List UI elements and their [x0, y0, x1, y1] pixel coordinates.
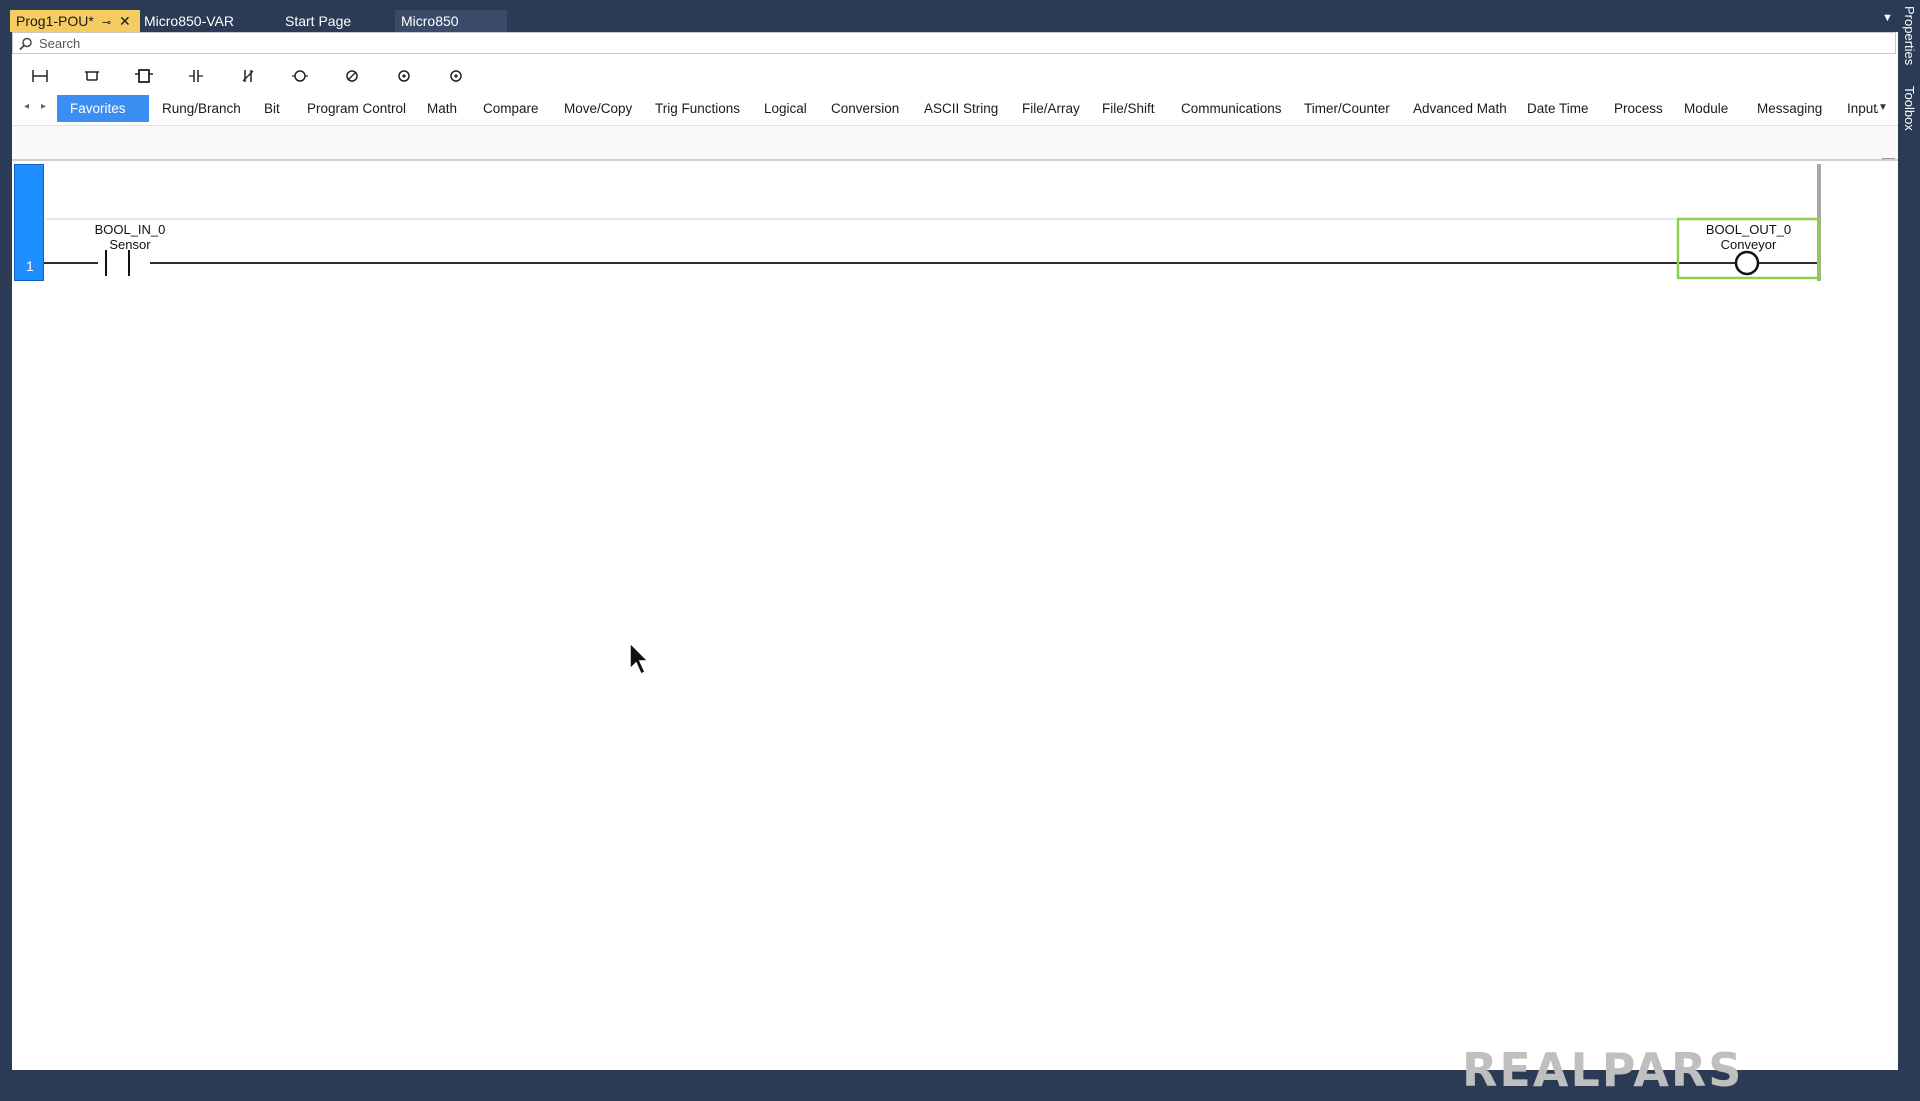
category-conversion[interactable]: Conversion	[818, 95, 912, 122]
rung-graphic	[44, 217, 1821, 280]
category-bit[interactable]: Bit	[251, 95, 293, 122]
negated-coil-icon[interactable]	[338, 64, 366, 88]
category-advanced-math[interactable]: Advanced Math	[1400, 95, 1520, 122]
tab-label: Prog1-POU*	[16, 13, 94, 29]
category-communications[interactable]: Communications	[1168, 95, 1295, 122]
category-move-copy[interactable]: Move/Copy	[551, 95, 645, 122]
tab-prog1-pou[interactable]: Prog1-POU* ⊸ ✕	[10, 10, 140, 32]
search-icon	[19, 37, 33, 56]
tab-start-page[interactable]: Start Page	[279, 10, 357, 32]
instruction-toolbar	[12, 62, 1898, 90]
category-ascii-string[interactable]: ASCII String	[911, 95, 1011, 122]
watermark-text: REALPARS	[1462, 1046, 1743, 1096]
tab-label: Start Page	[285, 13, 352, 29]
coil-icon[interactable]	[286, 64, 314, 88]
search-box[interactable]: Search	[12, 32, 1896, 54]
category-date-time[interactable]: Date Time	[1514, 95, 1602, 122]
contact-symbol[interactable]	[98, 249, 150, 277]
branch-icon[interactable]	[78, 64, 106, 88]
coil-alias: Conveyor	[1720, 237, 1777, 252]
reset-coil-icon[interactable]	[442, 64, 470, 88]
coil-variable: BOOL_OUT_0	[1705, 222, 1792, 237]
close-icon[interactable]: ✕	[119, 13, 131, 29]
contact-label: BOOL_IN_0 Sensor	[82, 222, 178, 252]
coil-label: BOOL_OUT_0 Conveyor	[1680, 222, 1817, 252]
tab-label: Micro850	[401, 13, 459, 29]
category-math[interactable]: Math	[414, 95, 470, 122]
category-compare[interactable]: Compare	[470, 95, 552, 122]
categories-overflow-dropdown-icon[interactable]: ▼	[1878, 102, 1888, 113]
mouse-cursor-icon	[629, 641, 650, 676]
category-process[interactable]: Process	[1601, 95, 1676, 122]
set-coil-icon[interactable]	[390, 64, 418, 88]
tab-micro850-var[interactable]: Micro850-VAR	[138, 10, 240, 32]
contact-alias: Sensor	[109, 237, 151, 252]
category-file-array[interactable]: File/Array	[1009, 95, 1093, 122]
block-icon[interactable]	[130, 64, 158, 88]
document-tab-bar: Prog1-POU* ⊸ ✕ Micro850-VAR Start Page Mic…	[0, 0, 1900, 32]
negated-contact-icon[interactable]	[234, 64, 262, 88]
ladder-diagram[interactable]: 1 BOOL_IN_0 Sensor BOOL_OUT_0 Conveyor R…	[12, 159, 1898, 1097]
category-program-control[interactable]: Program Control	[294, 95, 419, 122]
pin-icon[interactable]: ⊸	[102, 17, 111, 29]
tab-label: Micro850-VAR	[144, 13, 234, 29]
ladder-editor: Search ◂ ▸ Favorites Rung/Branch Bit Pro…	[12, 32, 1898, 1097]
toolbox-panel-tab[interactable]: Toolbox	[1902, 86, 1917, 131]
category-favorites[interactable]: Favorites	[57, 95, 149, 122]
scroll-right-icon[interactable]: ▸	[41, 101, 46, 112]
category-timer-counter[interactable]: Timer/Counter	[1291, 95, 1403, 122]
category-rung-branch[interactable]: Rung/Branch	[149, 95, 254, 122]
category-logical[interactable]: Logical	[751, 95, 820, 122]
category-input-output[interactable]: Input/(	[1834, 95, 1878, 122]
realpars-logo: REALPARS	[1462, 1043, 1822, 1101]
scroll-left-icon[interactable]: ◂	[24, 101, 29, 112]
search-placeholder: Search	[39, 36, 81, 51]
category-file-shift[interactable]: File/Shift	[1089, 95, 1168, 122]
category-messaging[interactable]: Messaging	[1744, 95, 1835, 122]
instruction-category-bar: ◂ ▸ Favorites Rung/Branch Bit Program Co…	[12, 95, 1898, 123]
contact-variable: BOOL_IN_0	[94, 222, 166, 237]
rung-icon[interactable]	[26, 64, 54, 88]
tab-list-dropdown-icon[interactable]: ▼	[1882, 12, 1893, 24]
tab-micro850[interactable]: Micro850	[395, 10, 507, 32]
properties-panel-tab[interactable]: Properties	[1902, 6, 1917, 65]
side-panel-strip: Properties Toolbox	[1900, 0, 1920, 1080]
category-trig-functions[interactable]: Trig Functions	[642, 95, 753, 122]
category-module[interactable]: Module	[1671, 95, 1741, 122]
contact-icon[interactable]	[182, 64, 210, 88]
